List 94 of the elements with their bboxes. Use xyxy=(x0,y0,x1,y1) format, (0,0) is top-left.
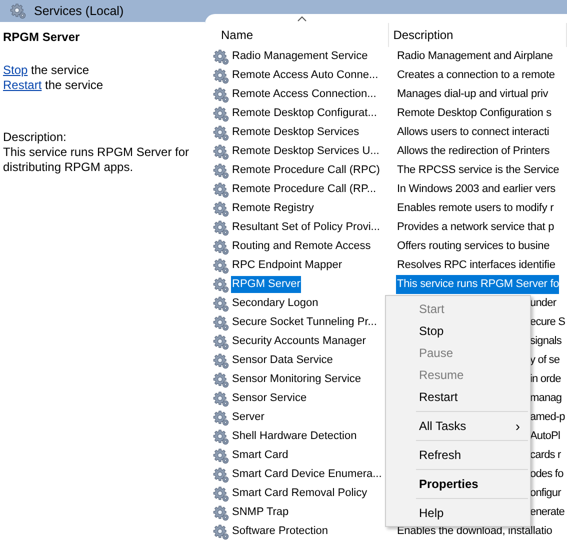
service-icon xyxy=(213,86,229,102)
service-description: This service runs RPGM Server fo xyxy=(396,275,560,294)
menu-item[interactable]: Refresh xyxy=(386,444,530,466)
service-description: Radio Management and Airplane xyxy=(396,49,553,64)
service-icon xyxy=(213,296,229,312)
menu-item[interactable]: Stop xyxy=(386,320,530,342)
service-icon xyxy=(213,448,229,464)
service-description: Offers routing services to busine xyxy=(396,239,550,254)
service-name[interactable]: Routing and Remote Access xyxy=(231,238,372,255)
service-name[interactable]: Sensor Service xyxy=(231,390,308,407)
service-icon xyxy=(213,314,229,330)
service-name[interactable]: Secure Socket Tunneling Pr... xyxy=(231,314,378,331)
service-icon xyxy=(213,504,229,520)
service-icon xyxy=(213,258,229,274)
service-action-text: Restart the service xyxy=(3,78,104,93)
service-icon xyxy=(213,48,229,64)
service-icon xyxy=(213,276,229,292)
column-header[interactable]: Description xyxy=(389,23,567,47)
description-label: Description: xyxy=(3,130,68,145)
service-icon xyxy=(213,428,229,444)
description-text: This service runs RPGM Server for distributing RPGM apps. xyxy=(3,145,190,175)
service-description: Allows users to connect interacti xyxy=(396,125,550,140)
service-name[interactable]: Resultant Set of Policy Provi... xyxy=(231,219,381,236)
service-description: Enables remote users to modify r xyxy=(396,201,554,216)
service-name[interactable]: Remote Desktop Services U... xyxy=(231,143,380,160)
service-action-text: Stop the service xyxy=(3,63,90,78)
service-description: Manages dial-up and virtual priv xyxy=(396,87,548,102)
service-icon xyxy=(213,352,229,368)
service-icon xyxy=(213,334,229,350)
service-name[interactable]: Radio Management Service xyxy=(231,48,369,65)
service-icon xyxy=(213,372,229,388)
menu-item[interactable]: Help xyxy=(386,502,530,524)
service-icon xyxy=(213,200,229,216)
service-name[interactable]: Shell Hardware Detection xyxy=(231,428,358,445)
service-name[interactable]: Remote Registry xyxy=(231,200,315,217)
service-name[interactable]: Remote Procedure Call (RPC) xyxy=(231,162,381,179)
service-icon xyxy=(213,220,229,236)
menu-label: All Tasks xyxy=(419,419,466,433)
service-name[interactable]: Remote Procedure Call (RP... xyxy=(231,181,378,198)
service-description: In Windows 2003 and earlier vers xyxy=(396,182,556,197)
service-name[interactable]: SNMP Trap xyxy=(231,504,290,521)
service-description: amed-p xyxy=(529,410,565,425)
service-icon xyxy=(213,238,229,254)
submenu-item[interactable]: All Tasks › xyxy=(386,415,530,437)
service-description: AutoPl xyxy=(529,429,560,444)
service-description: ecure S xyxy=(529,315,566,330)
service-name[interactable]: Smart Card Device Enumera... xyxy=(231,466,383,483)
service-description: manag xyxy=(529,391,562,406)
menu-item[interactable]: Properties xyxy=(386,473,530,495)
column-header[interactable]: Name xyxy=(217,23,390,47)
service-description: odes fo xyxy=(529,467,564,482)
service-name[interactable]: Remote Access Auto Conne... xyxy=(231,67,380,84)
service-name[interactable]: Remote Desktop Services xyxy=(231,124,360,141)
service-name[interactable]: Sensor Monitoring Service xyxy=(231,371,362,388)
service-icon xyxy=(213,144,229,160)
service-description: Resolves RPC interfaces identifie xyxy=(396,258,556,273)
service-icon xyxy=(213,162,229,178)
menu-item[interactable]: Restart xyxy=(386,386,530,408)
service-title: RPGM Server xyxy=(3,30,81,44)
service-name[interactable]: Security Accounts Manager xyxy=(231,333,367,350)
window-title: Services (Local) xyxy=(34,4,124,18)
service-description: cards r xyxy=(529,448,561,463)
service-icon xyxy=(213,486,229,502)
service-icon xyxy=(213,466,229,482)
services-icon xyxy=(10,3,26,19)
submenu-arrow: › xyxy=(515,418,520,434)
service-description: enerate xyxy=(529,505,565,520)
service-name[interactable]: Server xyxy=(231,409,266,426)
service-icon xyxy=(213,410,229,426)
service-icon xyxy=(213,390,229,406)
service-description: under xyxy=(529,296,556,311)
service-name[interactable]: Smart Card Removal Policy xyxy=(231,485,368,502)
service-icon xyxy=(213,124,229,140)
service-name[interactable]: Software Protection xyxy=(231,523,329,540)
service-description: Creates a connection to a remote xyxy=(396,68,555,83)
service-description: Allows the redirection of Printers xyxy=(396,144,550,159)
service-description: Provides a network service that p xyxy=(396,220,554,235)
service-name[interactable]: Secondary Logon xyxy=(231,295,320,312)
service-icon xyxy=(213,182,229,198)
service-name[interactable]: Sensor Data Service xyxy=(231,352,334,369)
service-name[interactable]: RPGM Server xyxy=(231,276,302,293)
service-description: Remote Desktop Configuration s xyxy=(396,106,552,121)
action-link[interactable]: Restart xyxy=(3,78,42,92)
service-name[interactable]: Remote Access Connection... xyxy=(231,86,378,103)
service-name[interactable]: Remote Desktop Configurat... xyxy=(231,105,378,122)
service-icon xyxy=(213,106,229,122)
service-icon xyxy=(213,524,229,540)
action-link[interactable]: Stop xyxy=(3,63,28,77)
service-description: signals xyxy=(529,334,562,349)
service-description: The RPCSS service is the Service xyxy=(396,163,560,178)
service-icon xyxy=(213,68,229,84)
service-description: onfigur xyxy=(529,486,561,501)
service-name[interactable]: Smart Card xyxy=(231,447,290,464)
service-name[interactable]: RPC Endpoint Mapper xyxy=(231,257,344,274)
